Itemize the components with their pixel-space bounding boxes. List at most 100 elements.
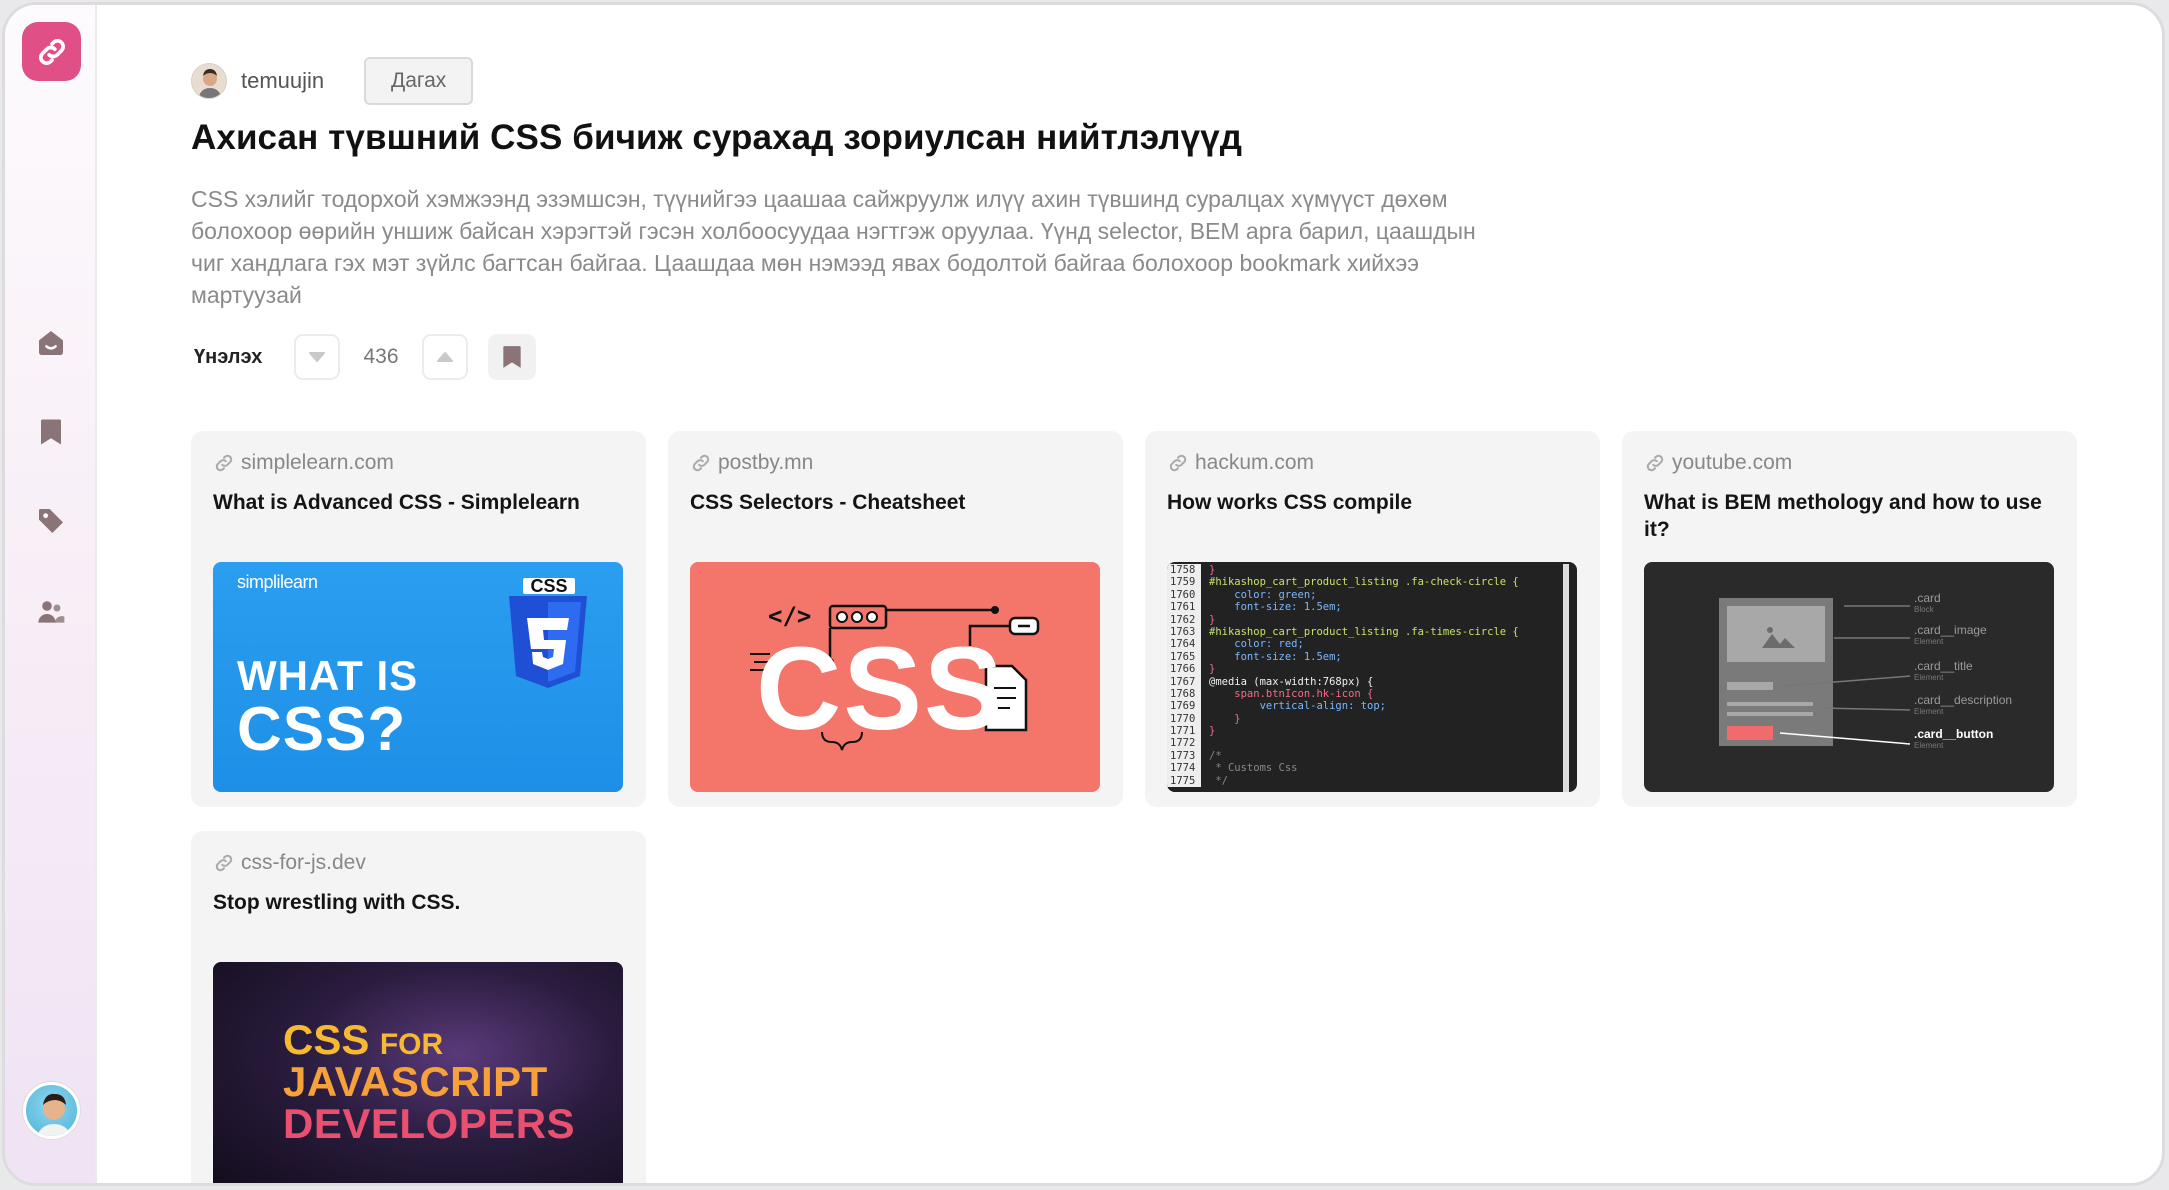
card-domain: css-for-js.dev: [213, 851, 366, 875]
link-icon[interactable]: [22, 22, 81, 81]
vote-count: 436: [363, 345, 399, 368]
card-title[interactable]: What is BEM methology and how to use it?: [1644, 489, 2064, 543]
card-domain: youtube.com: [1644, 451, 1792, 475]
link-card[interactable]: css-for-js.dev Stop wrestling with CSS. …: [191, 831, 646, 1183]
thumb-line2: JAVASCRIPT: [283, 1058, 548, 1105]
link-icon: [215, 454, 233, 472]
tag-icon[interactable]: [33, 503, 69, 539]
code-line: 1772: [1167, 737, 1563, 750]
follow-button[interactable]: Дагах: [364, 57, 474, 105]
downvote-button[interactable]: [294, 334, 340, 380]
code-line: 1763 #hikashop_cart_product_listing .fa-t…: [1167, 625, 1563, 639]
thumb-line2: CSS?: [237, 695, 407, 764]
link-card[interactable]: simplelearn.com What is Advanced CSS - S…: [191, 431, 646, 807]
code-line-text: @media (max-width:768px) {: [1209, 675, 1374, 688]
card-title[interactable]: What is Advanced CSS - Simplelearn: [213, 489, 633, 516]
code-line-text: vertical-align: top;: [1209, 700, 1387, 713]
page-title: Ахисан түвшний CSS бичиж сурахад зориулс…: [191, 118, 1243, 157]
card-thumbnail: </> CSS: [690, 562, 1100, 792]
code-line: 1768 span.btnIcon.hk-icon {: [1167, 687, 1563, 701]
code-line-number: 1772: [1167, 737, 1201, 750]
card-domain: simplelearn.com: [213, 451, 394, 475]
users-icon[interactable]: [33, 594, 69, 630]
bem-diagram-icon: [1719, 598, 1911, 746]
code-line-number: 1762: [1167, 613, 1201, 626]
code-editor: 1758} 1759 #hikashop_cart_product_listing …: [1167, 564, 1569, 792]
chevron-down-icon: [309, 352, 325, 362]
code-line-text: font-size: 1.5em;: [1209, 650, 1342, 663]
code-line: 1774 * Customs Css: [1167, 762, 1563, 775]
author-username[interactable]: temuujin: [241, 68, 324, 94]
thumb-big-text: CSS: [756, 623, 1005, 755]
page-description: CSS хэлийг тодорхой хэмжээнд эзэмшсэн, т…: [191, 186, 1476, 308]
code-line: 1758}: [1167, 564, 1563, 577]
code-line: 1762}: [1167, 613, 1563, 626]
code-line: 1770 }: [1167, 712, 1563, 726]
card-thumbnail: 1758} 1759 #hikashop_cart_product_listing …: [1167, 562, 1577, 792]
card-domain-text: postby.mn: [718, 451, 814, 474]
code-line-number: 1759: [1167, 576, 1201, 589]
code-line-number: 1768: [1167, 687, 1201, 701]
bookmark-icon: [503, 346, 521, 368]
avatar[interactable]: [23, 1082, 80, 1139]
code-line-number: 1773: [1167, 749, 1201, 763]
bem-label-kind: Element: [1914, 707, 1944, 716]
bookmark-button[interactable]: [488, 334, 536, 380]
code-line-number: 1769: [1167, 700, 1201, 713]
card-thumbnail: .card Block .card__image Element .card__titl…: [1644, 562, 2054, 792]
bem-label-name: .card__button: [1914, 727, 1994, 741]
card-title[interactable]: CSS Selectors - Cheatsheet: [690, 489, 1110, 516]
author-avatar[interactable]: [191, 63, 227, 99]
card-thumbnail: CSS FOR JAVASCRIPT DEVELOPERS: [213, 962, 623, 1183]
code-line: 1775 */: [1167, 774, 1563, 788]
link-icon: [215, 854, 233, 872]
code-line-number: 1763: [1167, 625, 1201, 639]
bem-label-kind: Element: [1914, 673, 1944, 682]
code-line-number: 1767: [1167, 675, 1201, 688]
code-line-number: 1774: [1167, 762, 1201, 775]
rating-bar: Үнэлэх 436: [191, 334, 536, 380]
bem-label-name: .card__description: [1914, 693, 2013, 707]
code-line-text: /*: [1209, 749, 1222, 762]
home-icon[interactable]: [33, 325, 69, 361]
link-icon: [1646, 454, 1664, 472]
code-line-number: 1775: [1167, 774, 1201, 788]
card-thumbnail: simplilearn CSS WHAT IS CSS?: [213, 562, 623, 792]
bem-label: .card__image Element: [1914, 624, 1987, 648]
main-content: temuujin Дагах Ахисан түвшний CSS бичиж …: [191, 5, 2091, 1183]
code-line-text: }: [1209, 564, 1216, 576]
code-line-number: 1765: [1167, 650, 1201, 664]
link-icon: [1169, 454, 1187, 472]
code-line-number: 1761: [1167, 601, 1201, 614]
code-line: 1769 vertical-align: top;: [1167, 700, 1563, 713]
code-line-number: 1764: [1167, 638, 1201, 651]
link-card[interactable]: youtube.com What is BEM methology and ho…: [1622, 431, 2077, 807]
card-domain: postby.mn: [690, 451, 813, 475]
bem-label: .card__description Element: [1914, 694, 2012, 718]
thumb-brand: simplilearn: [237, 572, 318, 592]
link-card[interactable]: postby.mn CSS Selectors - Cheatsheet </>…: [668, 431, 1123, 807]
code-line-text: }: [1209, 613, 1216, 626]
bookmark-icon[interactable]: [33, 414, 69, 450]
code-line-text: color: green;: [1209, 588, 1317, 601]
code-line-number: 1758: [1167, 564, 1201, 577]
code-line: 1766}: [1167, 663, 1563, 676]
card-title[interactable]: How works CSS compile: [1167, 489, 1587, 516]
bem-label: .card Block: [1914, 592, 1941, 616]
code-line-text: font-size: 1.5em;: [1209, 601, 1342, 614]
code-line-text: span.btnIcon.hk-icon {: [1209, 687, 1374, 700]
code-line: 1764 color: red;: [1167, 638, 1563, 651]
code-line: 1765 font-size: 1.5em;: [1167, 650, 1563, 664]
thumb-line1b: FOR: [379, 1028, 444, 1061]
code-line-number: 1771: [1167, 725, 1201, 738]
code-line-number: 1770: [1167, 712, 1201, 726]
code-line: 1761 font-size: 1.5em;: [1167, 601, 1563, 614]
card-domain: hackum.com: [1167, 451, 1314, 475]
card-domain-text: css-for-js.dev: [241, 851, 366, 874]
link-card[interactable]: hackum.com How works CSS compile 1758} 17…: [1145, 431, 1600, 807]
code-line: 1767 @media (max-width:768px) {: [1167, 675, 1563, 688]
upvote-button[interactable]: [422, 334, 468, 380]
card-title[interactable]: Stop wrestling with CSS.: [213, 889, 633, 916]
code-line: 1760 color: green;: [1167, 588, 1563, 602]
